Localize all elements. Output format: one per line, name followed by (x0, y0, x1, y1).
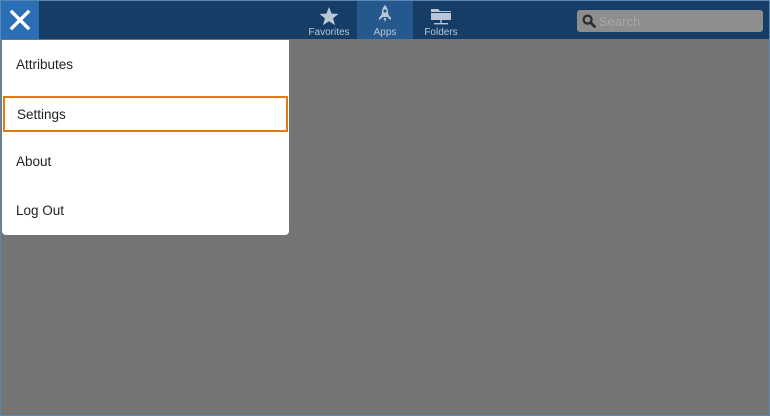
nav-item-favorites[interactable]: Favorites (301, 1, 357, 39)
app-window: Favorites Apps Folders Search Attributes… (0, 0, 770, 416)
search-icon (582, 14, 596, 28)
star-icon (319, 7, 339, 26)
nav-label: Favorites (308, 27, 350, 38)
nav-item-apps[interactable]: Apps (357, 1, 413, 39)
main-nav: Favorites Apps Folders (301, 1, 469, 39)
nav-label: Apps (373, 27, 397, 38)
menu-item-log-out[interactable]: Log Out (3, 192, 288, 228)
rocket-icon (379, 5, 391, 22)
nav-label: Folders (424, 27, 458, 38)
search-input[interactable] (599, 13, 749, 29)
nav-item-folders[interactable]: Folders (413, 1, 469, 39)
user-menu: Attributes Settings About Log Out (2, 40, 289, 235)
folder-icon (431, 9, 451, 25)
close-icon (9, 9, 31, 31)
menu-item-about[interactable]: About (3, 143, 288, 179)
menu-item-settings[interactable]: Settings (3, 96, 288, 132)
top-bar: Favorites Apps Folders Search (1, 1, 769, 39)
search-box[interactable] (577, 10, 763, 32)
menu-item-attributes[interactable]: Attributes (3, 46, 288, 82)
close-menu-button[interactable] (1, 1, 39, 39)
